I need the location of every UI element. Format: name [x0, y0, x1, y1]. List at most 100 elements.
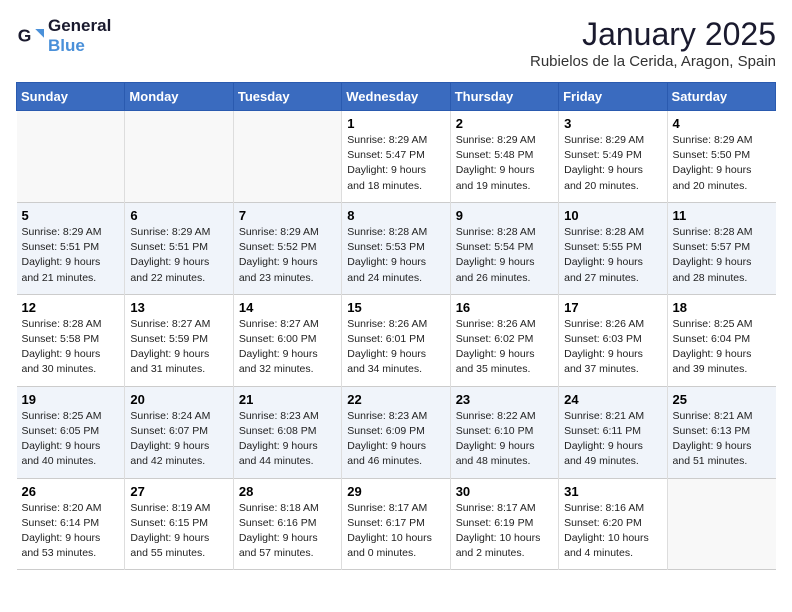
calendar-cell: 9 Sunrise: 8:28 AM Sunset: 5:54 PM Daylig… — [450, 202, 558, 294]
calendar-cell: 20Sunrise: 8:24 AM Sunset: 6:07 PM Dayli… — [125, 386, 233, 478]
day-number: 4 — [673, 116, 771, 131]
cell-info: Sunrise: 8:29 AM Sunset: 5:48 PM Dayligh… — [456, 133, 553, 194]
calendar-cell: 4 Sunrise: 8:29 AM Sunset: 5:50 PM Daylig… — [667, 111, 775, 203]
logo: G General Blue — [16, 16, 111, 55]
calendar-cell — [125, 111, 233, 203]
day-number: 30 — [456, 484, 553, 499]
day-number: 25 — [673, 392, 771, 407]
calendar-cell: 5Sunrise: 8:29 AM Sunset: 5:51 PM Daylig… — [17, 202, 125, 294]
week-row-1: 1Sunrise: 8:29 AM Sunset: 5:47 PM Daylig… — [17, 111, 776, 203]
cell-info: Sunrise: 8:27 AM Sunset: 5:59 PM Dayligh… — [130, 317, 227, 378]
calendar-cell: 24 Sunrise: 8:21 AM Sunset: 6:11 PM Dayli… — [559, 386, 667, 478]
calendar-cell: 19Sunrise: 8:25 AM Sunset: 6:05 PM Dayli… — [17, 386, 125, 478]
day-number: 31 — [564, 484, 661, 499]
calendar-cell — [667, 478, 775, 570]
day-header-saturday: Saturday — [667, 83, 775, 111]
calendar-cell: 26 Sunrise: 8:20 AM Sunset: 6:14 PM Dayli… — [17, 478, 125, 570]
cell-info: Sunrise: 8:21 AM Sunset: 6:11 PM Dayligh… — [564, 409, 661, 470]
cell-info: Sunrise: 8:28 AM Sunset: 5:57 PM Dayligh… — [673, 225, 771, 286]
day-header-thursday: Thursday — [450, 83, 558, 111]
calendar-cell: 25 Sunrise: 8:21 AM Sunset: 6:13 PM Dayli… — [667, 386, 775, 478]
calendar-cell: 16 Sunrise: 8:26 AM Sunset: 6:02 PM Dayli… — [450, 294, 558, 386]
day-number: 21 — [239, 392, 336, 407]
day-number: 2 — [456, 116, 553, 131]
week-row-2: 5Sunrise: 8:29 AM Sunset: 5:51 PM Daylig… — [17, 202, 776, 294]
calendar-cell: 7 Sunrise: 8:29 AM Sunset: 5:52 PM Daylig… — [233, 202, 341, 294]
cell-info: Sunrise: 8:26 AM Sunset: 6:02 PM Dayligh… — [456, 317, 553, 378]
day-number: 26 — [22, 484, 120, 499]
cell-info: Sunrise: 8:25 AM Sunset: 6:04 PM Dayligh… — [673, 317, 771, 378]
svg-text:G: G — [18, 25, 32, 45]
day-header-tuesday: Tuesday — [233, 83, 341, 111]
week-row-5: 26 Sunrise: 8:20 AM Sunset: 6:14 PM Dayli… — [17, 478, 776, 570]
calendar-cell: 22 Sunrise: 8:23 AM Sunset: 6:09 PM Dayli… — [342, 386, 450, 478]
logo-icon: G — [16, 22, 44, 50]
cell-info: Sunrise: 8:29 AM Sunset: 5:47 PM Dayligh… — [347, 133, 444, 194]
cell-info: Sunrise: 8:28 AM Sunset: 5:54 PM Dayligh… — [456, 225, 553, 286]
page-header: G General Blue January 2025 Rubielos de … — [16, 16, 776, 70]
calendar-cell: 23Sunrise: 8:22 AM Sunset: 6:10 PM Dayli… — [450, 386, 558, 478]
day-header-sunday: Sunday — [17, 83, 125, 111]
cell-info: Sunrise: 8:28 AM Sunset: 5:53 PM Dayligh… — [347, 225, 444, 286]
cell-info: Sunrise: 8:19 AM Sunset: 6:15 PM Dayligh… — [130, 501, 227, 562]
cell-info: Sunrise: 8:23 AM Sunset: 6:08 PM Dayligh… — [239, 409, 336, 470]
calendar-cell: 30 Sunrise: 8:17 AM Sunset: 6:19 PM Dayli… — [450, 478, 558, 570]
cell-info: Sunrise: 8:26 AM Sunset: 6:03 PM Dayligh… — [564, 317, 661, 378]
calendar-cell: 2 Sunrise: 8:29 AM Sunset: 5:48 PM Daylig… — [450, 111, 558, 203]
days-header-row: SundayMondayTuesdayWednesdayThursdayFrid… — [17, 83, 776, 111]
cell-info: Sunrise: 8:23 AM Sunset: 6:09 PM Dayligh… — [347, 409, 444, 470]
cell-info: Sunrise: 8:27 AM Sunset: 6:00 PM Dayligh… — [239, 317, 336, 378]
calendar-cell: 6Sunrise: 8:29 AM Sunset: 5:51 PM Daylig… — [125, 202, 233, 294]
day-number: 27 — [130, 484, 227, 499]
cell-info: Sunrise: 8:17 AM Sunset: 6:19 PM Dayligh… — [456, 501, 553, 562]
calendar-cell: 11Sunrise: 8:28 AM Sunset: 5:57 PM Dayli… — [667, 202, 775, 294]
day-header-wednesday: Wednesday — [342, 83, 450, 111]
day-number: 9 — [456, 208, 553, 223]
cell-info: Sunrise: 8:29 AM Sunset: 5:50 PM Dayligh… — [673, 133, 771, 194]
cell-info: Sunrise: 8:24 AM Sunset: 6:07 PM Dayligh… — [130, 409, 227, 470]
day-header-monday: Monday — [125, 83, 233, 111]
day-number: 28 — [239, 484, 336, 499]
calendar-cell: 21 Sunrise: 8:23 AM Sunset: 6:08 PM Dayli… — [233, 386, 341, 478]
day-number: 15 — [347, 300, 444, 315]
calendar-cell: 8 Sunrise: 8:28 AM Sunset: 5:53 PM Daylig… — [342, 202, 450, 294]
day-number: 29 — [347, 484, 444, 499]
day-number: 10 — [564, 208, 661, 223]
cell-info: Sunrise: 8:21 AM Sunset: 6:13 PM Dayligh… — [673, 409, 771, 470]
day-number: 22 — [347, 392, 444, 407]
title-block: January 2025 Rubielos de la Cerida, Arag… — [530, 16, 776, 70]
cell-info: Sunrise: 8:29 AM Sunset: 5:49 PM Dayligh… — [564, 133, 661, 194]
cell-info: Sunrise: 8:18 AM Sunset: 6:16 PM Dayligh… — [239, 501, 336, 562]
day-number: 7 — [239, 208, 336, 223]
day-number: 14 — [239, 300, 336, 315]
calendar-title: January 2025 — [530, 16, 776, 53]
day-number: 17 — [564, 300, 661, 315]
logo-line1: General — [48, 16, 111, 35]
logo-line2: Blue — [48, 36, 111, 56]
day-number: 24 — [564, 392, 661, 407]
day-header-friday: Friday — [559, 83, 667, 111]
cell-info: Sunrise: 8:26 AM Sunset: 6:01 PM Dayligh… — [347, 317, 444, 378]
calendar-cell: 31Sunrise: 8:16 AM Sunset: 6:20 PM Dayli… — [559, 478, 667, 570]
day-number: 13 — [130, 300, 227, 315]
calendar-cell — [233, 111, 341, 203]
cell-info: Sunrise: 8:28 AM Sunset: 5:58 PM Dayligh… — [22, 317, 120, 378]
calendar-cell: 12 Sunrise: 8:28 AM Sunset: 5:58 PM Dayli… — [17, 294, 125, 386]
day-number: 16 — [456, 300, 553, 315]
cell-info: Sunrise: 8:29 AM Sunset: 5:52 PM Dayligh… — [239, 225, 336, 286]
day-number: 23 — [456, 392, 553, 407]
calendar-cell: 29Sunrise: 8:17 AM Sunset: 6:17 PM Dayli… — [342, 478, 450, 570]
cell-info: Sunrise: 8:20 AM Sunset: 6:14 PM Dayligh… — [22, 501, 120, 562]
calendar-subtitle: Rubielos de la Cerida, Aragon, Spain — [530, 53, 776, 70]
calendar-cell — [17, 111, 125, 203]
day-number: 12 — [22, 300, 120, 315]
cell-info: Sunrise: 8:29 AM Sunset: 5:51 PM Dayligh… — [22, 225, 120, 286]
calendar-cell: 18 Sunrise: 8:25 AM Sunset: 6:04 PM Dayli… — [667, 294, 775, 386]
calendar-table: SundayMondayTuesdayWednesdayThursdayFrid… — [16, 82, 776, 570]
calendar-cell: 3Sunrise: 8:29 AM Sunset: 5:49 PM Daylig… — [559, 111, 667, 203]
cell-info: Sunrise: 8:29 AM Sunset: 5:51 PM Dayligh… — [130, 225, 227, 286]
calendar-cell: 17 Sunrise: 8:26 AM Sunset: 6:03 PM Dayli… — [559, 294, 667, 386]
day-number: 19 — [22, 392, 120, 407]
day-number: 18 — [673, 300, 771, 315]
day-number: 8 — [347, 208, 444, 223]
